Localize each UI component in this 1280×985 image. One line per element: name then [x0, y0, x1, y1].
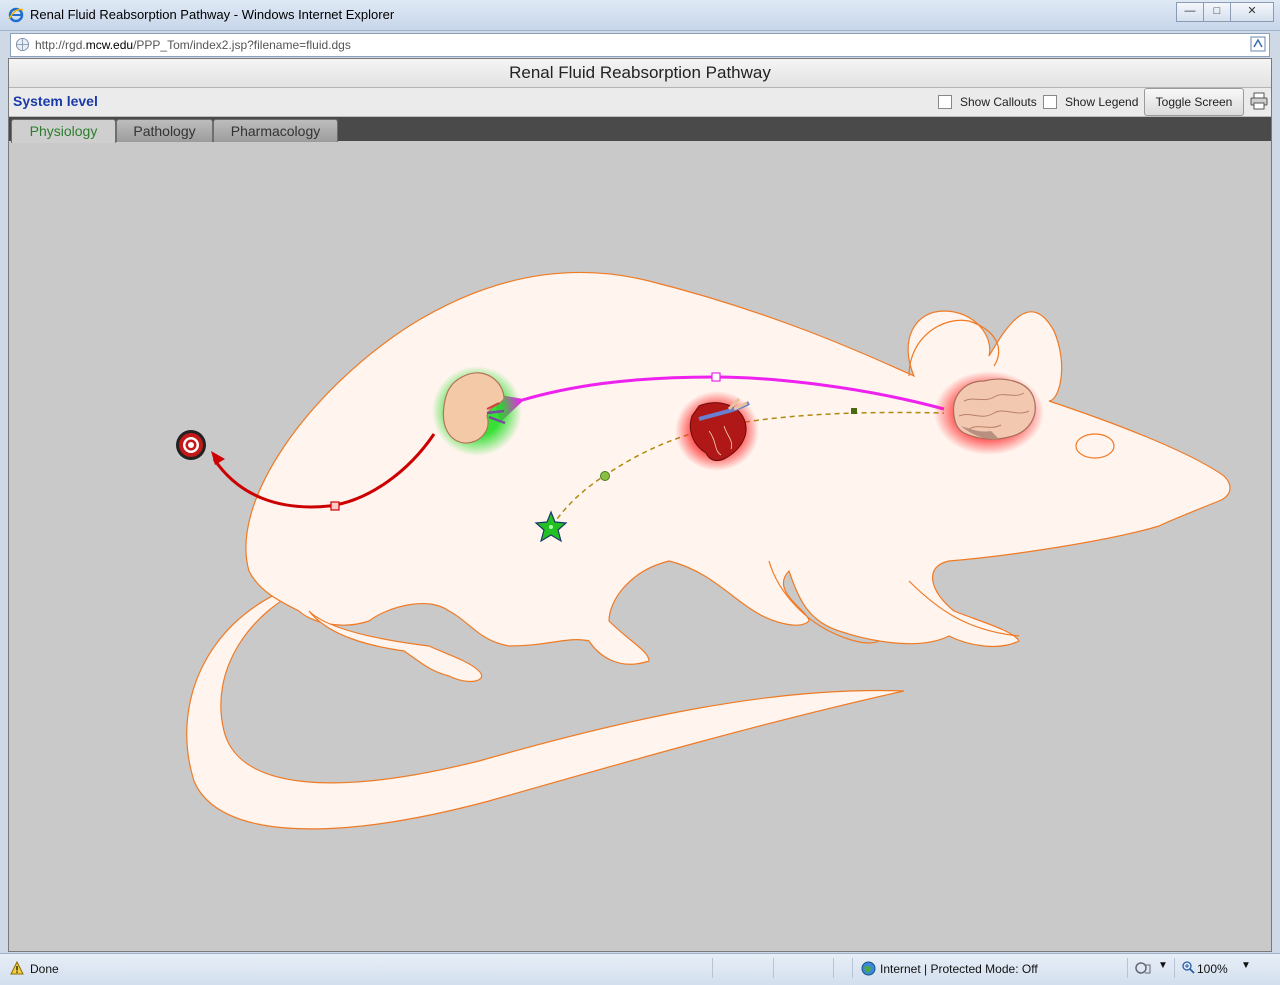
status-divider: [1127, 958, 1128, 978]
status-divider: [852, 958, 853, 978]
kidney-output-arrowhead: [211, 451, 225, 465]
toggle-screen-button[interactable]: Toggle Screen: [1144, 88, 1244, 116]
app-title: Renal Fluid Reabsorption Pathway: [9, 59, 1271, 88]
checkbox-icon[interactable]: [1043, 95, 1057, 109]
heart-icon[interactable]: [675, 391, 759, 471]
brain-icon[interactable]: [934, 371, 1044, 455]
start-star-center: [549, 525, 553, 529]
chevron-down-icon[interactable]: ▼: [1241, 960, 1251, 971]
arrow-handle[interactable]: [330, 501, 340, 511]
internet-explorer-icon: [8, 7, 24, 23]
close-button[interactable]: ✕: [1230, 2, 1274, 22]
path-node[interactable]: [851, 408, 857, 414]
checkbox-icon[interactable]: [938, 95, 952, 109]
chevron-down-icon[interactable]: ▼: [1158, 960, 1168, 971]
address-bar[interactable]: http://rgd.mcw.edu/PPP_Tom/index2.jsp?fi…: [10, 33, 1270, 57]
kidney-icon[interactable]: [432, 366, 522, 456]
show-legend-checkbox[interactable]: Show Legend: [1043, 95, 1138, 109]
compatibility-view-icon[interactable]: [1250, 36, 1266, 52]
popup-blocker-icon[interactable]: [1135, 961, 1151, 975]
status-divider: [833, 958, 834, 978]
system-level-label: System level: [13, 93, 98, 109]
tab-physiology[interactable]: Physiology: [11, 119, 116, 143]
page-icon: [15, 37, 30, 52]
target-icon[interactable]: [176, 430, 206, 460]
zoom-icon[interactable]: [1182, 961, 1195, 974]
rat-body: [245, 271, 1231, 665]
window-titlebar: Renal Fluid Reabsorption Pathway - Windo…: [0, 0, 1280, 31]
tab-pharmacology[interactable]: Pharmacology: [213, 119, 338, 142]
show-legend-label: Show Legend: [1065, 95, 1139, 109]
window-title: Renal Fluid Reabsorption Pathway - Windo…: [30, 7, 395, 22]
status-divider: [1174, 958, 1175, 978]
app-frame: Renal Fluid Reabsorption Pathway System …: [8, 58, 1272, 952]
internet-zone-icon: [861, 961, 876, 976]
zoom-level[interactable]: 100%: [1197, 962, 1228, 976]
warning-icon: [10, 961, 24, 975]
app-toolbar: System level Show Callouts Show Legend T…: [9, 88, 1271, 117]
show-callouts-label: Show Callouts: [960, 95, 1037, 109]
status-divider: [712, 958, 713, 978]
tab-bar: Physiology Pathology Pharmacology: [9, 117, 1271, 143]
tab-pathology[interactable]: Pathology: [116, 119, 213, 142]
arrow-handle[interactable]: [711, 372, 721, 382]
pathway-canvas: [176, 271, 1231, 830]
rat-eye: [1075, 433, 1115, 459]
path-node[interactable]: [600, 471, 610, 481]
minimize-button[interactable]: —: [1176, 2, 1204, 22]
show-callouts-checkbox[interactable]: Show Callouts: [938, 95, 1037, 109]
maximize-button[interactable]: □: [1203, 2, 1231, 22]
security-zone-text: Internet | Protected Mode: Off: [880, 962, 1038, 976]
status-divider: [773, 958, 774, 978]
status-text: Done: [30, 962, 59, 976]
print-icon[interactable]: [1250, 92, 1268, 110]
status-bar: Done Internet | Protected Mode: Off ▼ 10…: [0, 953, 1280, 985]
url-text[interactable]: http://rgd.mcw.edu/PPP_Tom/index2.jsp?fi…: [35, 38, 351, 52]
